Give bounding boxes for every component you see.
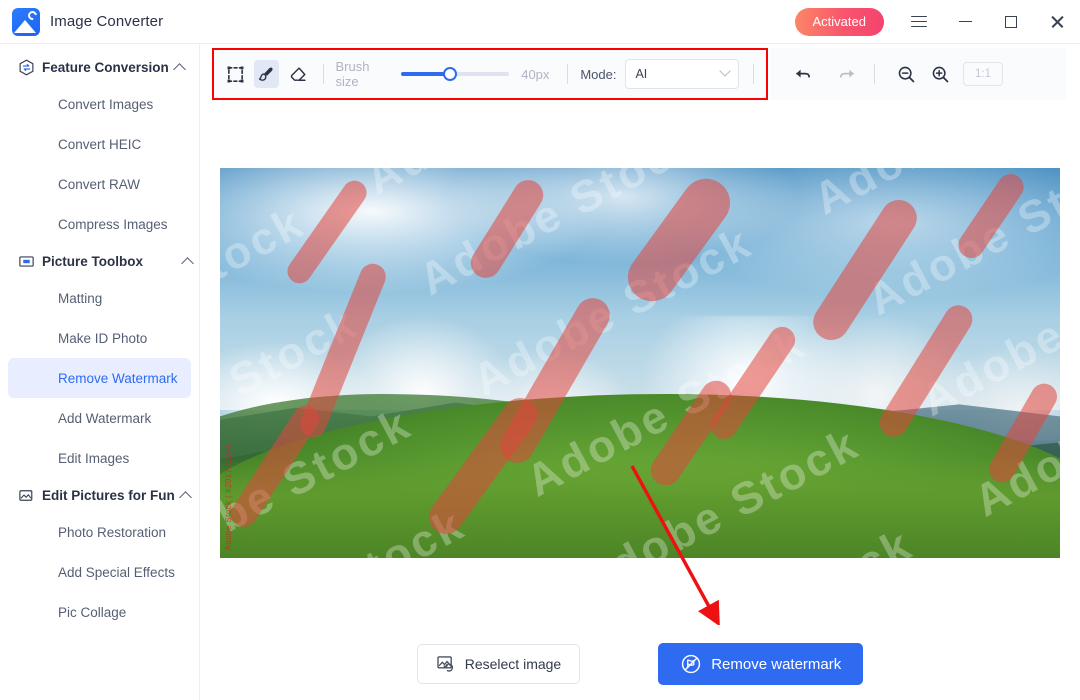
mode-select[interactable]: AI (625, 59, 740, 89)
marquee-select-icon[interactable] (223, 60, 248, 88)
remove-watermark-button[interactable]: Remove watermark (658, 643, 864, 685)
app-title: Image Converter (50, 13, 164, 30)
activated-badge-button[interactable]: Activated (794, 7, 884, 36)
chevron-up-icon (181, 256, 194, 270)
sidebar-item-convert-raw[interactable]: Convert RAW (8, 164, 191, 204)
sidebar-item-edit-images[interactable]: Edit Images (8, 438, 191, 478)
conversion-icon (19, 59, 34, 75)
remove-watermark-label: Remove watermark (711, 655, 842, 673)
sidebar-item-make-id-photo[interactable]: Make ID Photo (8, 318, 191, 358)
eraser-icon[interactable] (285, 60, 310, 88)
sidebar-item-pic-collage[interactable]: Pic Collage (8, 592, 191, 632)
close-icon[interactable] (1034, 0, 1080, 44)
minimize-icon[interactable] (942, 0, 988, 44)
zoom-in-icon[interactable] (925, 59, 955, 89)
editor-toolbar-right: 1:1 (770, 48, 1066, 100)
toolbar-divider (322, 64, 324, 84)
magic-photo-icon (19, 489, 33, 501)
brush-icon[interactable] (254, 60, 280, 88)
reselect-image-button[interactable]: Reselect image (416, 644, 581, 684)
mode-label: Mode: (580, 66, 617, 82)
toolbar-divider (753, 64, 755, 84)
sidebar-section-feature-conversion[interactable]: Feature Conversion (0, 50, 199, 84)
sidebar-item-add-watermark[interactable]: Add Watermark (8, 398, 191, 438)
toolbox-icon (19, 255, 34, 267)
sidebar-section-label: Picture Toolbox (42, 253, 144, 269)
chevron-up-icon (178, 490, 192, 504)
toolbar-divider (874, 64, 875, 84)
action-bar: Reselect image Remove watermark (200, 628, 1080, 700)
sidebar-item-add-special-effects[interactable]: Add Special Effects (8, 552, 191, 592)
brush-size-value: 40px (521, 66, 550, 82)
editor-canvas[interactable]: Adobe Stock Adobe Stock Adobe Stock Adobe S… (220, 110, 1060, 625)
brush-size-slider-thumb[interactable] (442, 67, 457, 81)
chevron-up-icon (172, 62, 186, 76)
title-bar: Image Converter Activated (0, 0, 1080, 44)
chevron-down-icon (719, 65, 731, 77)
zoom-out-icon[interactable] (891, 59, 921, 89)
sidebar-item-photo-restoration[interactable]: Photo Restoration (8, 512, 191, 552)
photo-meadow (220, 456, 1060, 558)
maximize-icon[interactable] (988, 0, 1034, 44)
photo-watermark-credit: Adobe Stock | #201781104 (224, 444, 233, 550)
redo-arrow-icon[interactable] (832, 59, 862, 89)
brush-size-slider[interactable] (401, 65, 510, 83)
brush-size-label: Brush size (335, 59, 370, 89)
reselect-image-label: Reselect image (464, 656, 562, 672)
sidebar-section-label: Feature Conversion (42, 59, 169, 75)
sidebar-section-label: Edit Pictures for Fun (42, 487, 175, 503)
hamburger-menu-icon[interactable] (896, 0, 942, 44)
image-converter-logo-icon (12, 7, 40, 36)
sidebar-section-edit-pictures-for-fun[interactable]: Edit Pictures for Fun (0, 478, 199, 512)
sidebar-item-matting[interactable]: Matting (8, 278, 191, 318)
undo-arrow-icon[interactable] (788, 59, 818, 89)
sidebar-item-compress-images[interactable]: Compress Images (8, 204, 191, 244)
sidebar-item-convert-heic[interactable]: Convert HEIC (8, 124, 191, 164)
zoom-ratio-button[interactable]: 1:1 (963, 62, 1003, 86)
reselect-image-icon (437, 656, 453, 672)
no-watermark-icon (682, 654, 701, 674)
window-controls: Activated (794, 0, 1080, 44)
sidebar: Feature Conversion Convert Images Conver… (0, 44, 200, 700)
sidebar-item-convert-images[interactable]: Convert Images (8, 84, 191, 124)
sidebar-section-picture-toolbox[interactable]: Picture Toolbox (0, 244, 199, 278)
sidebar-item-remove-watermark[interactable]: Remove Watermark (8, 358, 191, 398)
editor-toolbar: Brush size 40px Mode: AI (212, 48, 768, 100)
mode-selected-value: AI (635, 67, 648, 81)
toolbar-divider (567, 64, 569, 84)
image-converter-window: Image Converter Activated Feature Conver… (0, 0, 1080, 700)
photo-preview[interactable]: Adobe Stock Adobe Stock Adobe Stock Adobe S… (220, 168, 1060, 558)
